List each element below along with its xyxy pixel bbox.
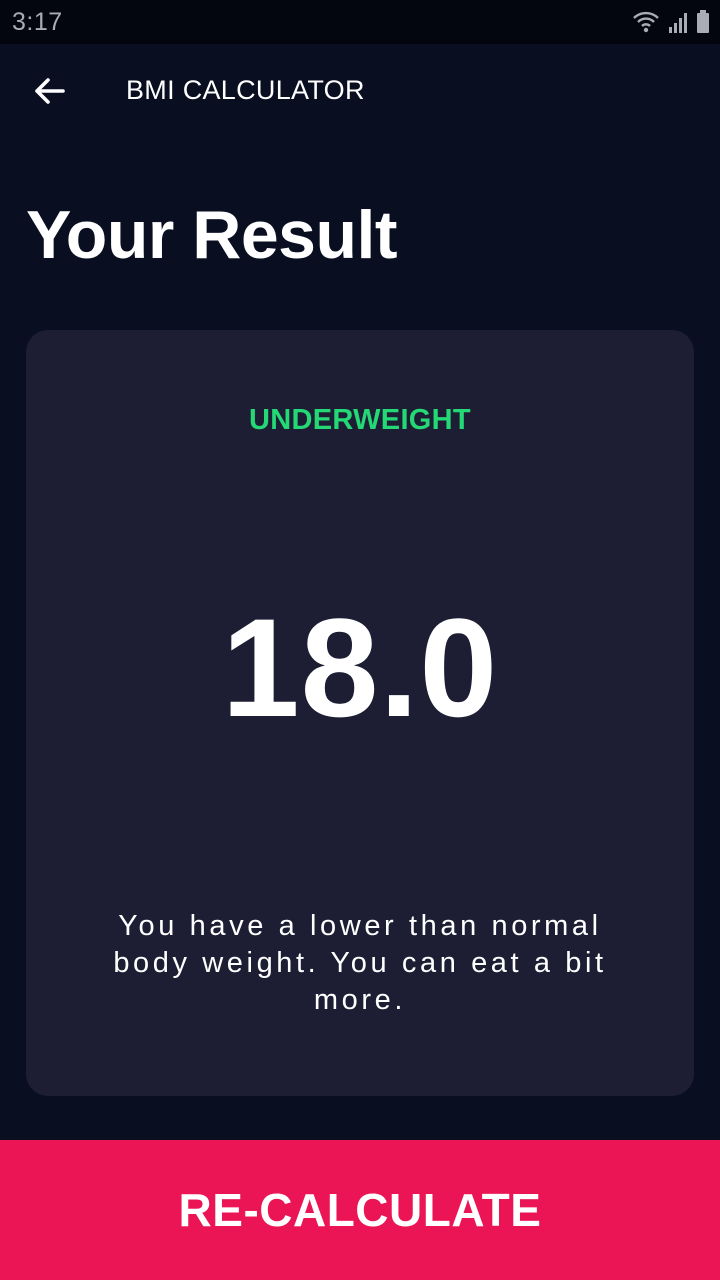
- result-card: UNDERWEIGHT 18.0 You have a lower than n…: [26, 330, 694, 1096]
- wifi-icon: [632, 10, 660, 34]
- bmi-category-label: UNDERWEIGHT: [249, 404, 471, 436]
- recalculate-button-label: RE-CALCULATE: [178, 1184, 542, 1236]
- back-button[interactable]: [22, 66, 76, 120]
- status-icons: [632, 10, 710, 34]
- page-title: Your Result: [26, 197, 398, 273]
- status-bar: 3:17: [0, 0, 720, 44]
- bmi-interpretation-text: You have a lower than normal body weight…: [113, 910, 607, 1016]
- battery-icon: [696, 10, 710, 34]
- recalculate-button[interactable]: RE-CALCULATE: [0, 1140, 720, 1280]
- bmi-value: 18.0: [221, 589, 499, 746]
- app-bar: BMI CALCULATOR: [0, 44, 720, 140]
- status-time: 3:17: [12, 8, 63, 36]
- app-title: BMI CALCULATOR: [126, 75, 365, 105]
- signal-icon: [668, 12, 688, 34]
- arrow-back-icon: [33, 77, 65, 110]
